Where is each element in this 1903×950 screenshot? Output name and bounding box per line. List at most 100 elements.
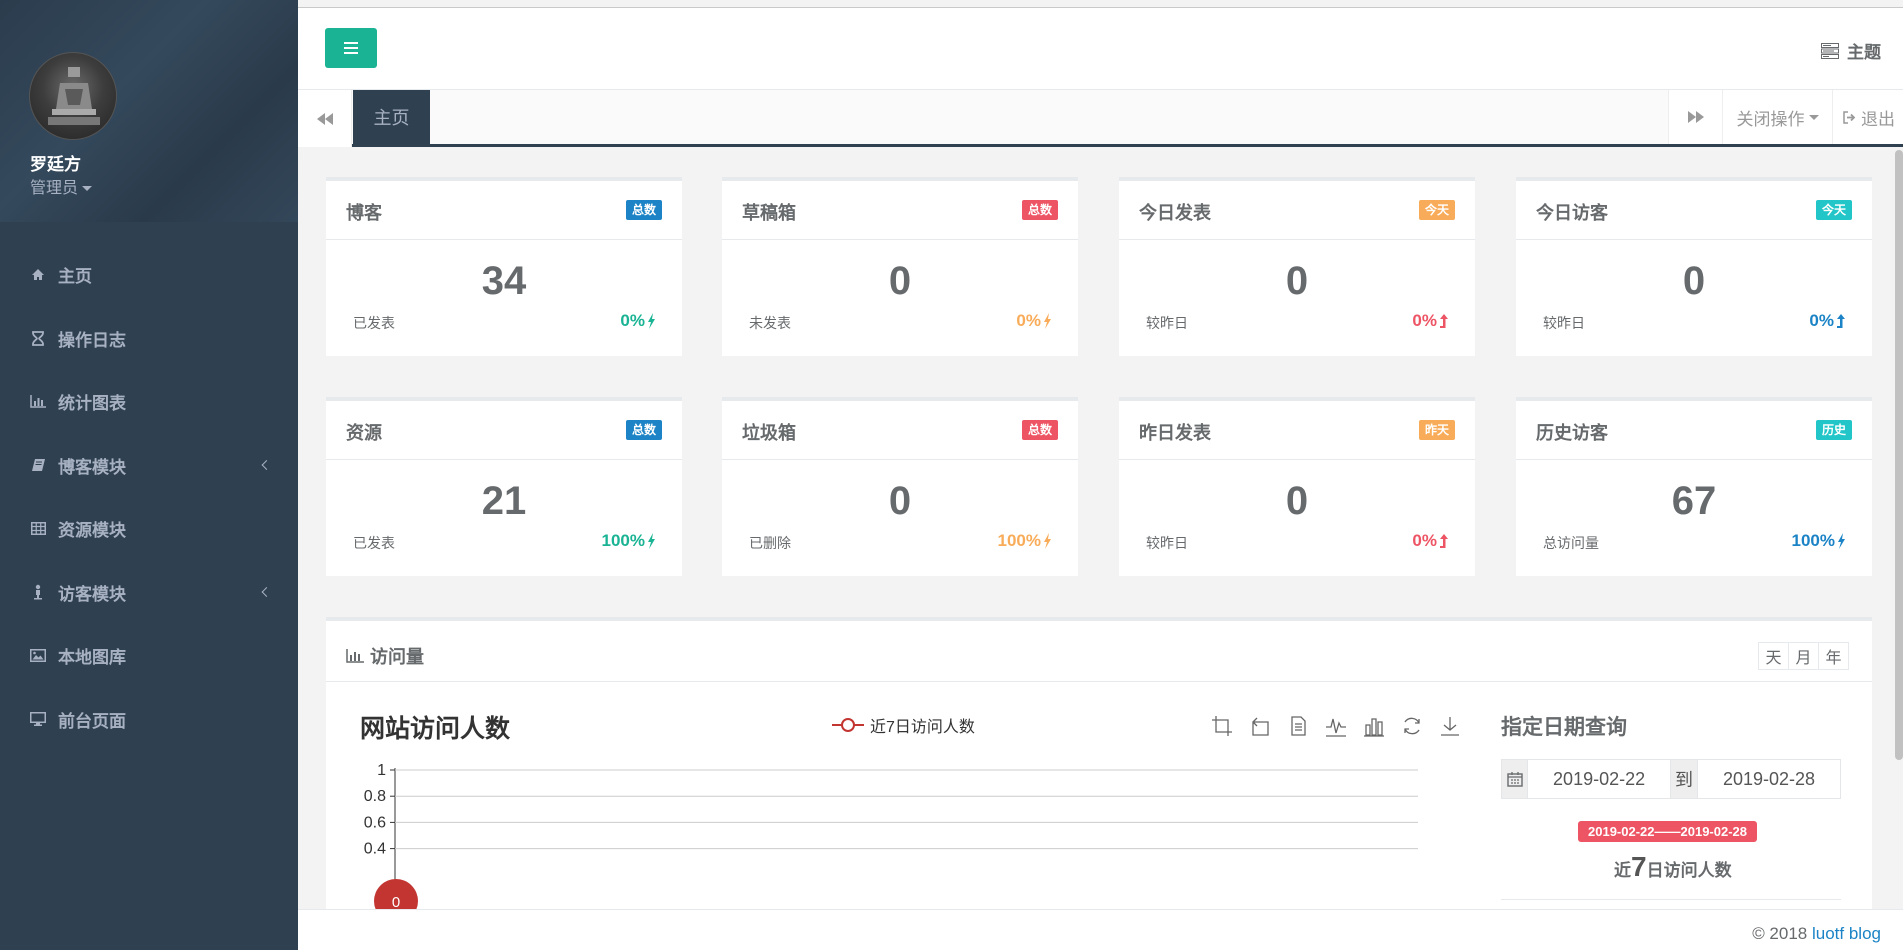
card-title: 资源 (346, 423, 382, 443)
date-to-input[interactable] (1698, 760, 1840, 798)
card-subtitle: 较昨日 (1543, 315, 1585, 331)
y-tick-label: 0.8 (364, 788, 386, 805)
sidebar-item-home[interactable]: 主页 (0, 243, 298, 307)
table-icon (30, 521, 46, 537)
range-month-button[interactable]: 月 (1788, 642, 1819, 670)
sidebar-item-label: 统计图表 (58, 394, 126, 414)
sidebar-item-visitor-module[interactable]: 访客模块 (0, 561, 298, 625)
chart-title: 网站访问人数 (360, 715, 511, 743)
sidebar-item-frontend[interactable]: 前台页面 (0, 688, 298, 752)
card-badge: 昨天 (1418, 420, 1455, 440)
legend-label: 近7日访问人数 (870, 719, 975, 736)
recent-prefix: 近 (1614, 861, 1631, 880)
zoom-icon[interactable] (1209, 713, 1235, 739)
bar-chart-icon (30, 394, 46, 410)
stat-card-drafts: 草稿箱 总数 0 未发表 0% (722, 177, 1078, 356)
download-icon[interactable] (1437, 713, 1463, 739)
bar-chart-switch-icon[interactable] (1361, 713, 1387, 739)
bolt-icon (648, 313, 655, 329)
bolt-icon (1838, 533, 1845, 549)
card-value: 0 (888, 259, 912, 303)
legend-line-icon (832, 718, 864, 732)
range-button-group: 天 月 年 (1758, 642, 1849, 670)
sidebar-item-label: 访客模块 (58, 584, 126, 604)
card-percent-value: 0% (620, 311, 645, 330)
user-role-dropdown[interactable]: 管理员 (30, 174, 93, 198)
toggle-sidebar-button[interactable] (325, 28, 377, 68)
date-from-input[interactable] (1528, 760, 1671, 798)
sidebar-item-operation-log[interactable]: 操作日志 (0, 307, 298, 371)
hamburger-icon (344, 47, 358, 49)
tab-scroll-left-button[interactable] (298, 90, 352, 147)
level-up-icon (1837, 314, 1845, 328)
tab-scroll-right-button[interactable] (1668, 90, 1722, 144)
card-title: 垃圾箱 (742, 423, 796, 443)
card-header: 昨日发表 昨天 (1119, 401, 1475, 460)
line-chart-icon[interactable] (1323, 713, 1349, 739)
card-title: 今日访客 (1536, 203, 1608, 223)
card-value: 34 (481, 259, 527, 303)
card-percent: 0% (1809, 311, 1846, 331)
range-day-button[interactable]: 天 (1758, 642, 1789, 670)
card-badge: 历史 (1815, 420, 1852, 440)
page-scrollbar[interactable] (1895, 150, 1903, 760)
footer: © 2018 luotf blog (298, 909, 1903, 950)
recent-suffix: 日访问人数 (1646, 861, 1732, 880)
book-icon (30, 457, 46, 473)
close-operations-label: 关闭操作 (1736, 109, 1805, 129)
card-title: 昨日发表 (1139, 423, 1211, 443)
card-header: 资源 总数 (326, 401, 682, 460)
card-title: 博客 (346, 203, 382, 223)
chart-toolbox (1209, 713, 1463, 739)
tabs-bar: 主页 关闭操作 退出 (298, 90, 1903, 147)
card-subtitle: 已删除 (749, 535, 791, 551)
sidebar-item-resource-module[interactable]: 资源模块 (0, 497, 298, 561)
stat-card-yesterday-posts: 昨日发表 昨天 0 较昨日 0% (1119, 397, 1475, 576)
card-subtitle: 已发表 (353, 315, 395, 331)
logout-label: 退出 (1861, 109, 1895, 129)
theme-button[interactable]: 主题 (1821, 38, 1881, 63)
sidebar-nav: 主页 操作日志 统计图表 博客模块 资源模块 访客模块 本地图库 前台页面 (0, 243, 298, 751)
selected-range-badge: 2019-02-22——2019-02-28 (1578, 821, 1757, 842)
zoom-reset-icon[interactable] (1247, 713, 1273, 739)
card-percent-value: 100% (601, 531, 645, 550)
range-year-button[interactable]: 年 (1818, 642, 1849, 670)
stat-card-resources: 资源 总数 21 已发表 100% (326, 397, 682, 576)
sidebar-item-statistics[interactable]: 统计图表 (0, 370, 298, 434)
stat-card-history-visitors: 历史访客 历史 67 总访问量 100% (1516, 397, 1872, 576)
card-percent: 100% (998, 531, 1052, 551)
tab-home[interactable]: 主页 (353, 90, 430, 144)
sidebar-item-blog-module[interactable]: 博客模块 (0, 434, 298, 498)
card-subtitle: 总访问量 (1543, 535, 1599, 551)
card-header: 草稿箱 总数 (722, 181, 1078, 240)
card-percent-value: 0% (1809, 311, 1834, 330)
logout-button[interactable]: 退出 (1832, 90, 1903, 144)
close-operations-dropdown[interactable]: 关闭操作 (1722, 90, 1832, 144)
copyright: © 2018 (1752, 924, 1808, 943)
data-view-icon[interactable] (1285, 713, 1311, 739)
date-range-group: 到 (1501, 759, 1841, 799)
card-percent: 100% (602, 531, 656, 551)
card-badge: 今天 (1815, 200, 1852, 220)
chart-legend[interactable]: 近7日访问人数 (832, 713, 975, 737)
footer-text: © 2018 luotf blog (1752, 924, 1881, 944)
bolt-icon (1044, 313, 1051, 329)
backward-icon (316, 112, 333, 125)
avatar[interactable] (29, 52, 117, 140)
footer-link[interactable]: luotf blog (1812, 924, 1881, 943)
y-tick-label: 1 (377, 762, 386, 779)
level-up-icon (1440, 534, 1448, 548)
chevron-left-icon (261, 460, 272, 471)
card-title: 今日发表 (1139, 203, 1211, 223)
stat-card-today-visitors: 今日访客 今天 0 较昨日 0% (1516, 177, 1872, 356)
divider (1501, 899, 1841, 900)
card-header: 博客 总数 (326, 181, 682, 240)
card-percent: 0% (1016, 311, 1052, 331)
profile-area: 罗廷方 管理员 (0, 0, 298, 222)
refresh-icon[interactable] (1399, 713, 1425, 739)
sidebar-item-label: 前台页面 (58, 711, 126, 731)
card-value: 0 (1682, 259, 1706, 303)
card-value: 0 (1285, 479, 1309, 523)
card-value: 0 (1285, 259, 1309, 303)
sidebar-item-local-gallery[interactable]: 本地图库 (0, 624, 298, 688)
